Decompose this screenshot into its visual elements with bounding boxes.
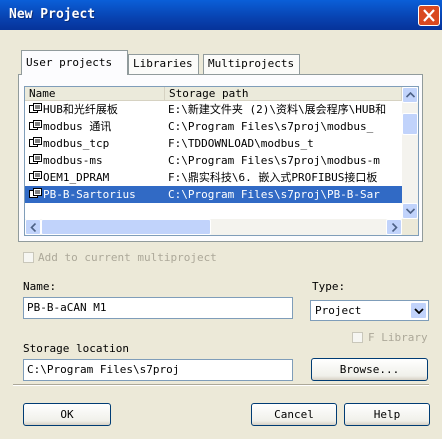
- list-item[interactable]: modbus_tcp F:\TDDOWNLOAD\modbus_t: [25, 135, 403, 152]
- list-item-name: modbus 通讯: [29, 118, 165, 135]
- horizontal-scrollbar[interactable]: [25, 219, 402, 235]
- list-item-path: C:\Program Files\s7proj\PB-B-Sar: [168, 188, 380, 201]
- list-item-name-text: modbus_tcp: [43, 137, 110, 150]
- project-icon: [29, 170, 42, 181]
- scroll-up-button[interactable]: [402, 87, 418, 103]
- list-item-name-text: OEM1_DPRAM: [43, 171, 110, 184]
- close-icon: [423, 9, 435, 22]
- list-item[interactable]: modbus 通讯 C:\Program Files\s7proj\modbus_: [25, 118, 403, 135]
- list-item-path: F:\TDDOWNLOAD\modbus_t: [168, 137, 314, 150]
- separator: [13, 384, 429, 386]
- close-button[interactable]: [418, 5, 440, 26]
- list-item-path: F:\鼎实科技\6. 嵌入式PROFIBUS接口板: [168, 171, 378, 184]
- scroll-corner: [402, 219, 418, 235]
- browse-button[interactable]: Browse...: [311, 358, 428, 381]
- arrow-down-icon: [406, 208, 415, 214]
- list-item-name-text: modbus 通讯: [43, 120, 112, 133]
- list-item[interactable]: modbus-ms C:\Program Files\s7proj\modbus-…: [25, 152, 403, 169]
- project-icon: [29, 153, 42, 164]
- list-item[interactable]: PB-B-Sartorius C:\Program Files\s7proj\PB…: [25, 186, 403, 203]
- list-item-name-text: HUB和光纤展板: [43, 103, 118, 116]
- name-field[interactable]: PB-B-aCAN M1: [23, 297, 293, 319]
- tab-libraries[interactable]: Libraries: [128, 54, 199, 74]
- type-select-value: Project: [315, 304, 362, 317]
- project-icon: [29, 119, 42, 130]
- arrow-up-icon: [406, 92, 415, 98]
- vertical-scroll-thumb[interactable]: [402, 113, 418, 135]
- list-item-name: modbus_tcp: [29, 135, 165, 152]
- column-header-storage-path[interactable]: Storage path: [165, 87, 402, 101]
- list-item-name-text: modbus-ms: [43, 154, 103, 167]
- scroll-left-button[interactable]: [25, 219, 41, 235]
- add-to-multiproject-label: Add to current multiproject: [38, 251, 217, 264]
- chevron-down-icon: [414, 308, 424, 314]
- horizontal-scroll-thumb[interactable]: [41, 219, 211, 235]
- name-label: Name:: [23, 280, 57, 293]
- list-item-name: HUB和光纤展板: [29, 101, 165, 118]
- storage-location-label: Storage location: [23, 342, 129, 355]
- list-item-name: OEM1_DPRAM: [29, 169, 165, 186]
- title-bar[interactable]: New Project: [0, 0, 442, 30]
- list-item[interactable]: HUB和光纤展板 E:\新建文件夹 (2)\资料\展会程序\HUB和: [25, 101, 403, 118]
- list-item-path: E:\新建文件夹 (2)\资料\展会程序\HUB和: [168, 103, 387, 116]
- storage-location-field[interactable]: C:\Program Files\s7proj: [23, 359, 293, 381]
- vertical-scrollbar[interactable]: [402, 87, 418, 219]
- project-list[interactable]: Name Storage path HUB和光纤展板 E:\新建文件夹 (2)\资…: [24, 86, 419, 236]
- list-item-name: modbus-ms: [29, 152, 165, 169]
- tab-user-projects[interactable]: User projects: [21, 50, 128, 75]
- help-button[interactable]: Help: [344, 403, 430, 426]
- project-icon: [29, 136, 42, 147]
- type-select-dropdown-button[interactable]: [410, 302, 427, 319]
- project-icon: [29, 102, 42, 113]
- list-item-name-text: PB-B-Sartorius: [43, 188, 136, 201]
- type-label: Type:: [312, 280, 346, 293]
- arrow-right-icon: [391, 223, 398, 232]
- f-library-label: F Library: [368, 331, 428, 344]
- list-item-name: PB-B-Sartorius: [29, 186, 165, 203]
- type-select[interactable]: Project: [310, 300, 429, 321]
- list-item[interactable]: OEM1_DPRAM F:\鼎实科技\6. 嵌入式PROFIBUS接口板: [25, 169, 403, 186]
- column-header-name[interactable]: Name: [25, 87, 165, 101]
- window-title: New Project: [9, 7, 96, 22]
- project-icon: [29, 187, 42, 198]
- ok-button[interactable]: OK: [23, 403, 111, 426]
- scroll-down-button[interactable]: [402, 203, 418, 219]
- arrow-left-icon: [30, 223, 37, 232]
- list-item-path: C:\Program Files\s7proj\modbus-m: [168, 154, 380, 167]
- tab-multiprojects[interactable]: Multiprojects: [203, 54, 300, 74]
- list-item-path: C:\Program Files\s7proj\modbus_: [168, 120, 374, 133]
- f-library-checkbox[interactable]: [352, 332, 363, 343]
- scroll-right-button[interactable]: [386, 219, 402, 235]
- add-to-multiproject-checkbox[interactable]: [23, 252, 34, 263]
- cancel-button[interactable]: Cancel: [251, 403, 337, 426]
